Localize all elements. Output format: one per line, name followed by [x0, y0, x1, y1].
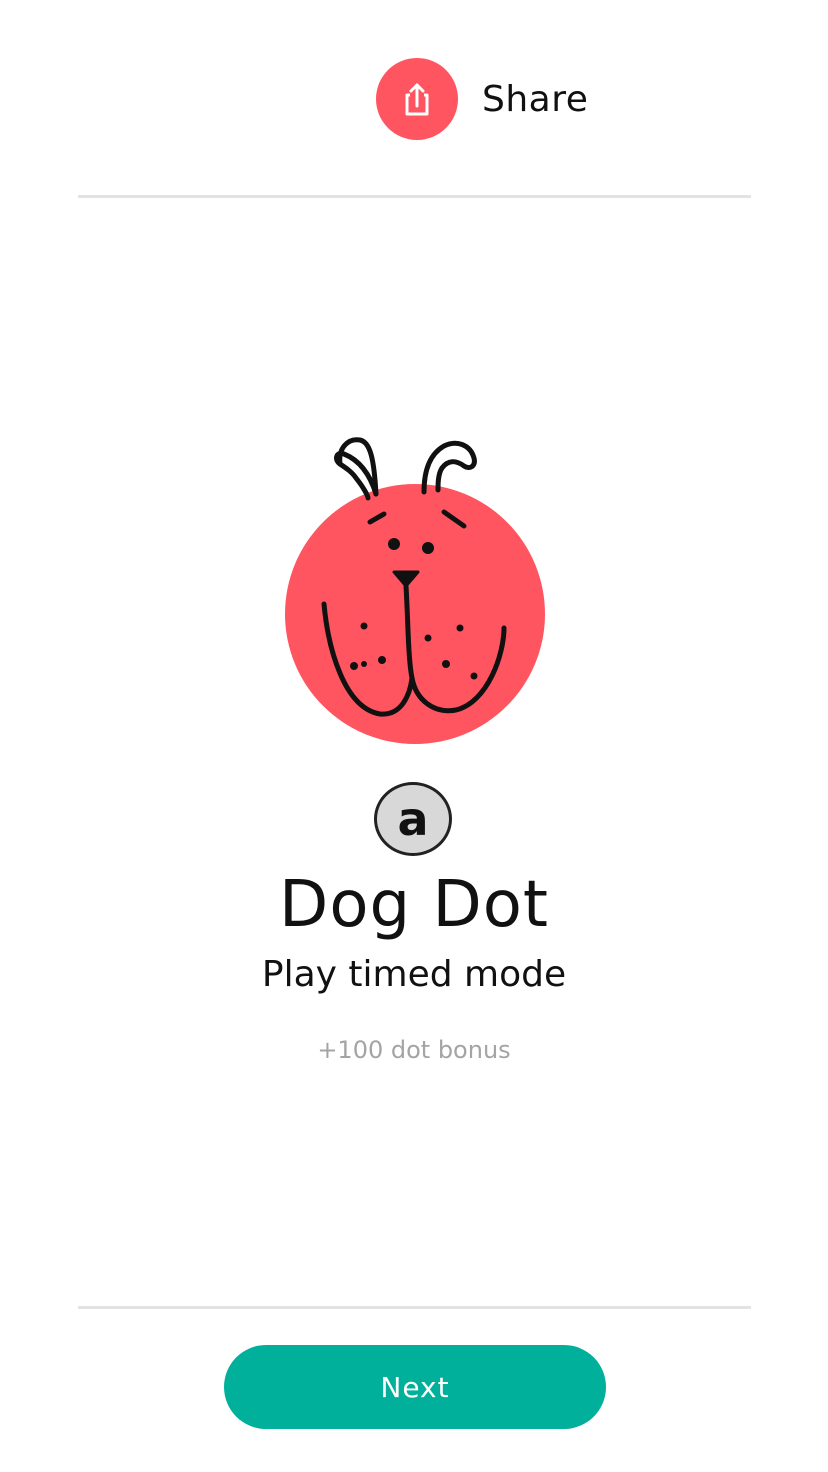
mode-subtitle: Play timed mode: [261, 954, 567, 995]
top-divider: [78, 195, 751, 198]
level-title: Dog Dot: [279, 868, 549, 942]
bottom-divider: [78, 1306, 751, 1309]
level-badge: a: [374, 782, 452, 856]
dog-face-icon: [285, 437, 545, 744]
share-icon: [405, 83, 429, 116]
share-label[interactable]: Share: [482, 79, 588, 120]
bonus-text: +100 dot bonus: [317, 1036, 511, 1064]
next-button[interactable]: Next: [224, 1345, 606, 1429]
share-button[interactable]: [376, 58, 458, 140]
share-control[interactable]: Share: [376, 58, 588, 140]
